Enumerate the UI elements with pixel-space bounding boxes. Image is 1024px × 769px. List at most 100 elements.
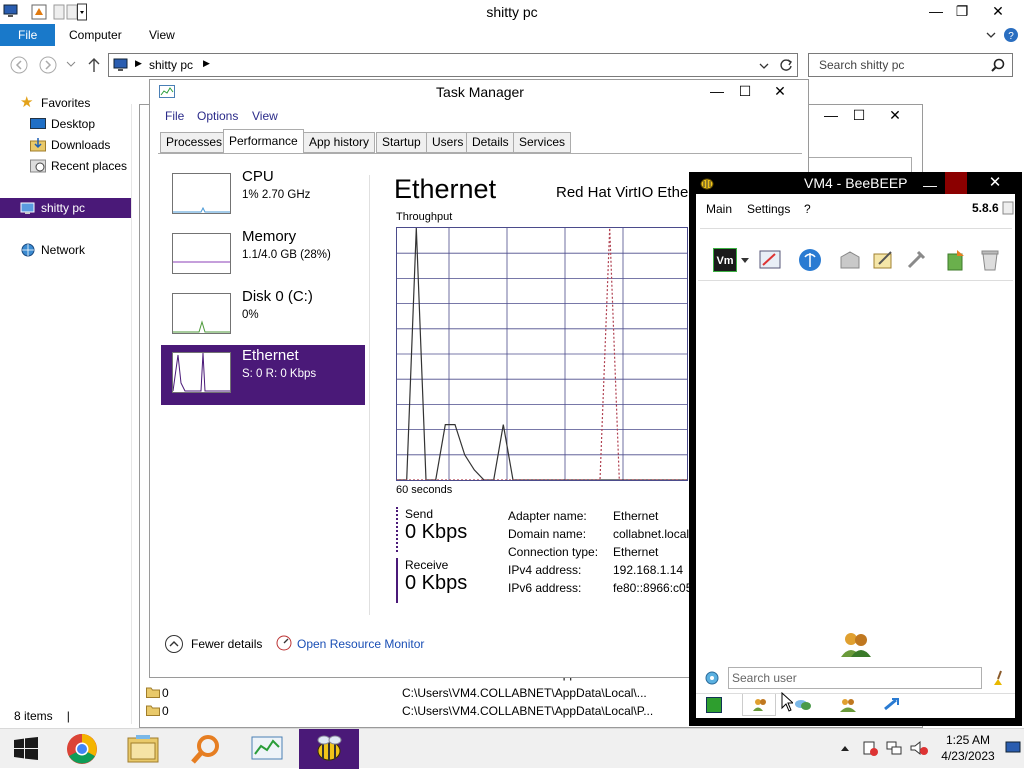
search-box[interactable]: Search shitty pc <box>808 53 1013 77</box>
back-icon[interactable] <box>10 56 28 74</box>
chrome-taskbar-button[interactable] <box>52 729 112 769</box>
bee-menu-settings[interactable]: Settings <box>747 202 790 216</box>
help-icon[interactable]: ? <box>1003 27 1019 43</box>
tab-app-history[interactable]: App history <box>303 132 376 153</box>
network-broadcast-icon[interactable] <box>798 248 822 272</box>
options-gear-icon[interactable] <box>704 670 720 686</box>
show-desktop-icon[interactable] <box>1005 741 1021 755</box>
nav-downloads[interactable]: Downloads <box>0 135 132 155</box>
file-path: C:\Users\VM4.COLLABNET\AppData\Local\... <box>402 686 647 700</box>
chevron-down-icon[interactable] <box>986 30 996 40</box>
address-path[interactable]: shitty pc <box>149 58 193 72</box>
file-transfer-icon[interactable] <box>882 697 900 713</box>
tab-users[interactable]: Users <box>426 132 470 153</box>
ribbon-computer-tab[interactable]: Computer <box>69 28 122 42</box>
tm-menu-file[interactable]: File <box>165 109 184 123</box>
edit-profile-icon[interactable] <box>758 248 782 272</box>
nav-desktop[interactable]: Desktop <box>0 114 132 134</box>
prop-row: Adapter name: Ethernet <box>508 507 690 525</box>
ribbon-view-tab[interactable]: View <box>149 28 175 42</box>
bee-menu-help[interactable]: ? <box>804 202 811 216</box>
tab-processes[interactable]: Processes <box>160 132 229 153</box>
action-center-icon[interactable] <box>862 740 878 756</box>
message-icon[interactable] <box>838 248 862 272</box>
up-icon[interactable] <box>87 57 101 73</box>
resource-cpu[interactable]: CPU 1% 2.70 GHz <box>161 166 365 226</box>
maximize-button[interactable]: ❐ <box>947 0 977 22</box>
tm-menu-view[interactable]: View <box>252 109 278 123</box>
forward-icon[interactable] <box>39 56 57 74</box>
panel-divider[interactable] <box>369 175 370 615</box>
address-bar[interactable]: ▶ shitty pc ▶ <box>108 53 798 77</box>
groups-icon[interactable] <box>839 697 857 713</box>
trash-icon[interactable] <box>978 248 1002 272</box>
tab-performance[interactable]: Performance <box>223 129 304 154</box>
resource-memory[interactable]: Memory 1.1/4.0 GB (28%) <box>161 226 365 286</box>
search-app-taskbar-button[interactable] <box>176 729 236 769</box>
file-row[interactable]: 0 C:\Users\VM4.COLLABNET\AppData\Local\.… <box>142 684 662 702</box>
tab-startup[interactable]: Startup <box>376 132 427 153</box>
recent-locations-icon[interactable] <box>66 61 76 69</box>
explorer-titlebar: shitty pc — ❐ ✕ <box>0 0 1024 24</box>
start-button[interactable] <box>0 729 52 769</box>
tm-menu-options[interactable]: Options <box>197 109 238 123</box>
status-dropdown-icon[interactable] <box>740 257 750 265</box>
nav-this-pc[interactable]: shitty pc <box>0 198 132 218</box>
search-input[interactable]: Search shitty pc <box>819 58 904 72</box>
bg-maximize-button[interactable]: ☐ <box>844 104 874 126</box>
task-manager-taskbar-button[interactable] <box>237 729 297 769</box>
star-icon: ★ <box>20 94 34 111</box>
write-note-icon[interactable] <box>871 248 895 272</box>
tab-home-icon[interactable] <box>706 697 722 713</box>
network-tray-icon[interactable] <box>886 740 902 756</box>
clock[interactable]: 1:25 AM 4/23/2023 <box>930 732 1006 764</box>
nav-this-pc-label: shitty pc <box>41 201 86 215</box>
chrome-icon <box>67 734 97 764</box>
beebeep-window: VM4 - BeeBEEP — ✕ Main Settings ? 5.8.6 … <box>689 172 1022 726</box>
bg-minimize-button[interactable]: — <box>816 104 846 126</box>
update-icon[interactable] <box>1002 201 1014 215</box>
tm-close-button[interactable]: ✕ <box>765 80 795 102</box>
resource-name: Disk 0 (C:) <box>242 288 313 305</box>
bee-close-button[interactable]: ✕ <box>984 172 1006 194</box>
volume-icon[interactable] <box>910 740 928 756</box>
throughput-graph <box>396 227 688 481</box>
tm-maximize-button[interactable]: ☐ <box>730 80 760 102</box>
tab-users-button[interactable] <box>742 694 776 716</box>
share-files-icon[interactable] <box>944 248 968 272</box>
nav-recent-places[interactable]: Recent places <box>0 156 132 176</box>
ribbon-file-tab[interactable]: File <box>0 24 55 46</box>
tools-icon[interactable] <box>904 248 928 272</box>
bee-menu-main[interactable]: Main <box>706 202 732 216</box>
close-button[interactable]: ✕ <box>983 0 1013 22</box>
chats-icon[interactable] <box>794 698 812 712</box>
nav-network[interactable]: Network <box>0 240 132 260</box>
show-hidden-icons[interactable] <box>840 744 850 752</box>
search-icon[interactable] <box>991 58 1005 72</box>
tm-minimize-button[interactable]: — <box>702 80 732 102</box>
beebeep-user-area[interactable] <box>698 280 1013 661</box>
bee-maximize-button[interactable] <box>945 172 967 194</box>
beebeep-taskbar-button[interactable] <box>299 729 359 769</box>
tab-services[interactable]: Services <box>513 132 572 153</box>
bee-minimize-button[interactable]: — <box>919 174 941 193</box>
chevron-down-icon[interactable] <box>759 61 769 71</box>
vm-status-icon[interactable]: Vm <box>713 248 737 272</box>
file-explorer-taskbar-button[interactable] <box>113 729 173 769</box>
chevron-right-icon[interactable]: ▶ <box>203 58 210 69</box>
navigation-pane: ★ Favorites Desktop Downloads Recent pla… <box>0 90 132 710</box>
send-stat: Send 0 Kbps <box>396 507 467 552</box>
search-user-input[interactable]: Search user <box>728 667 982 689</box>
tab-details[interactable]: Details <box>466 132 515 153</box>
nav-favorites[interactable]: ★ Favorites <box>0 93 132 113</box>
prop-value: fe80::8966:c05c <box>613 581 690 595</box>
chevron-right-icon[interactable]: ▶ <box>135 58 142 69</box>
prop-row: IPv4 address: 192.168.1.14 <box>508 561 690 579</box>
refresh-icon[interactable] <box>779 58 793 72</box>
file-row[interactable]: 0 C:\Users\VM4.COLLABNET\AppData\Local\P… <box>142 702 662 720</box>
clock-time: 1:25 AM <box>945 733 991 747</box>
resource-ethernet[interactable]: Ethernet S: 0 R: 0 Kbps <box>161 345 365 405</box>
resource-disk[interactable]: Disk 0 (C:) 0% <box>161 286 365 346</box>
bg-close-button[interactable]: ✕ <box>880 104 910 126</box>
clear-search-icon[interactable] <box>990 669 1006 687</box>
